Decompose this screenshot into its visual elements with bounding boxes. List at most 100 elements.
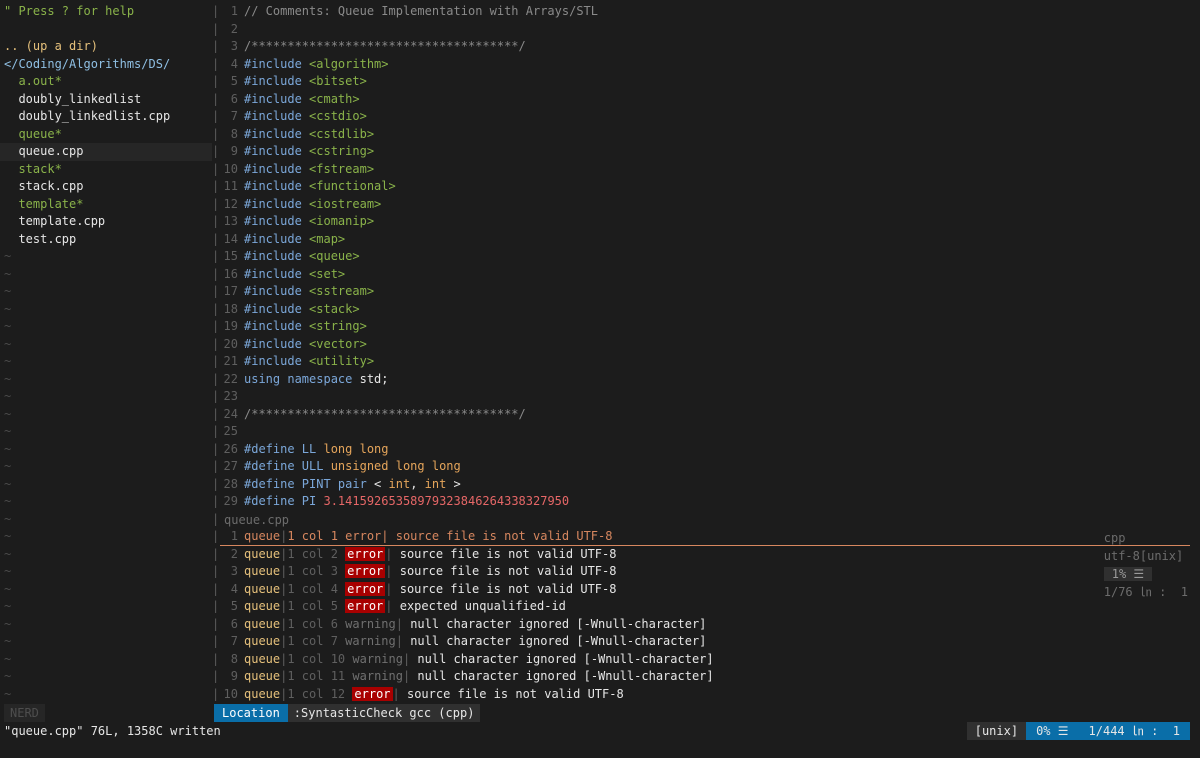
location-message: source file is not valid UTF-8: [399, 581, 617, 596]
location-kind: error: [345, 564, 386, 578]
tree-file-item[interactable]: stack.cpp: [4, 178, 212, 196]
separator-bar: |: [212, 284, 220, 298]
location-file: queue: [244, 669, 281, 683]
tree-empty-line: ~: [4, 354, 12, 368]
tree-up-dir[interactable]: .. (up a dir): [4, 38, 212, 56]
code-line[interactable]: 2: [220, 21, 244, 39]
separator-bar: |: [212, 179, 220, 193]
tree-empty-line: ~: [4, 669, 12, 683]
code-line[interactable]: 27 #define ULL unsigned long long: [220, 458, 461, 476]
location-file: queue: [244, 616, 281, 631]
line-number: 2: [230, 21, 238, 36]
code-line[interactable]: 4 #include <algorithm>: [220, 56, 389, 74]
tree-file-item[interactable]: queue*: [4, 126, 212, 144]
code-line[interactable]: 21 #include <utility>: [220, 353, 375, 371]
command-line[interactable]: "queue.cpp" 76L, 1358C written: [4, 722, 221, 740]
tree-empty-line: ~: [4, 424, 12, 438]
line-number: 9: [230, 144, 238, 158]
code-line[interactable]: 10 #include <fstream>: [220, 161, 375, 179]
code-token: ULL: [301, 459, 331, 473]
code-line[interactable]: 5 #include <bitset>: [220, 73, 367, 91]
code-token: <fstream>: [309, 161, 375, 176]
code-line[interactable]: 25: [220, 423, 244, 441]
code-token: <utility>: [309, 354, 375, 368]
location-list-item[interactable]: 7 queue|1 col 7 warning| null character i…: [220, 633, 1190, 651]
location-list-item[interactable]: 10 queue|1 col 12 error | source file is n…: [220, 686, 1190, 704]
code-token: #define: [244, 476, 302, 491]
location-list-pane[interactable]: 1 queue|1 col 1 error| source file is not…: [220, 528, 1200, 703]
separator-bar: |: [212, 144, 220, 158]
code-token: #define: [244, 441, 302, 456]
code-line[interactable]: 18 #include <stack>: [220, 301, 360, 319]
code-line[interactable]: 23: [220, 388, 244, 406]
tree-file-item[interactable]: a.out*: [4, 73, 212, 91]
location-list-item[interactable]: 6 queue|1 col 6 warning| null character i…: [220, 616, 1190, 634]
code-line[interactable]: 13 #include <iomanip>: [220, 213, 375, 231]
tree-empty-line: ~: [4, 511, 12, 526]
tree-file-item[interactable]: test.cpp: [4, 231, 212, 249]
location-position: 1 col 5: [287, 599, 346, 613]
location-list-item[interactable]: 5 queue|1 col 5 error | expected unqualifi…: [220, 598, 1190, 616]
code-token: using namespace: [244, 371, 360, 386]
code-token: <cmath>: [309, 91, 360, 106]
separator-bar: |: [212, 459, 220, 473]
location-position: 1 col 4: [287, 581, 346, 596]
code-token: <queue>: [309, 249, 360, 263]
separator-bar: |: [212, 599, 220, 613]
nerdtree-pane[interactable]: " Press ? for help .. (up a dir) </Coding/…: [0, 3, 212, 703]
code-line[interactable]: 20 #include <vector>: [220, 336, 367, 354]
tree-file-item[interactable]: template*: [4, 196, 212, 214]
code-line[interactable]: 3 /*************************************/: [220, 38, 526, 56]
tree-file-item[interactable]: stack*: [4, 161, 212, 179]
location-list-item[interactable]: 2 queue|1 col 2 error | source file is not…: [220, 546, 1190, 564]
code-line[interactable]: 16 #include <set>: [220, 266, 346, 284]
location-list-item[interactable]: 3 queue|1 col 3 error | source file is not…: [220, 563, 1190, 581]
line-number: 28: [223, 476, 238, 491]
code-line[interactable]: 7 #include <cstdio>: [220, 108, 367, 126]
location-kind: warning: [345, 616, 396, 631]
line-number: 17: [223, 284, 238, 298]
code-line[interactable]: 29 #define PI 3.1415926535897932384626433…: [220, 493, 570, 510]
code-line[interactable]: 17 #include <sstream>: [220, 283, 375, 301]
location-kind: error: [345, 599, 386, 613]
code-token: #include: [244, 354, 310, 368]
separator-bar: |: [212, 441, 220, 456]
code-line[interactable]: 19 #include <string>: [220, 318, 367, 336]
code-line[interactable]: 9 #include <cstring>: [220, 143, 374, 161]
tree-file-item[interactable]: template.cpp: [4, 213, 212, 231]
pipe: |: [402, 651, 418, 666]
separator-bar: |: [212, 109, 220, 123]
separator-bar: |: [212, 564, 220, 578]
location-list-item[interactable]: 1 queue|1 col 1 error| source file is not…: [220, 528, 1190, 546]
code-token: #include: [244, 336, 310, 351]
line-number: 3: [230, 564, 238, 578]
code-token: <string>: [309, 319, 367, 333]
line-number: 5: [230, 74, 238, 88]
tree-file-item[interactable]: doubly_linkedlist.cpp: [4, 108, 212, 126]
code-line[interactable]: 22 using namespace std;: [220, 371, 389, 389]
code-line[interactable]: 24 /*************************************…: [220, 406, 526, 424]
code-line[interactable]: 12 #include <iostream>: [220, 196, 382, 214]
separator-bar: |: [212, 74, 220, 88]
code-line[interactable]: 11 #include <functional>: [220, 178, 396, 196]
tree-empty-line: ~: [4, 599, 12, 613]
code-token: // Comments: Queue Implementation with A…: [244, 4, 599, 18]
location-list-item[interactable]: 4 queue|1 col 4 error | source file is not…: [220, 581, 1190, 599]
line-number: 9: [230, 669, 238, 683]
code-line[interactable]: 14 #include <map>: [220, 231, 346, 249]
code-line[interactable]: 28 #define PINT pair < int, int >: [220, 476, 461, 494]
location-list-item[interactable]: 9 queue|1 col 11 warning| null character …: [220, 668, 1190, 686]
line-number: 13: [223, 214, 238, 228]
tree-file-item[interactable]: queue.cpp: [0, 143, 212, 161]
code-line[interactable]: 26 #define LL long long: [220, 441, 389, 459]
line-number: 6: [230, 91, 238, 106]
code-line[interactable]: 6 #include <cmath>: [220, 91, 360, 109]
location-file: queue: [244, 686, 281, 701]
location-list-item[interactable]: 8 queue|1 col 10 warning| null character …: [220, 651, 1190, 669]
code-line[interactable]: 8 #include <cstdlib>: [220, 126, 374, 144]
code-token: #include: [244, 231, 310, 246]
code-line[interactable]: 1 // Comments: Queue Implementation with …: [220, 3, 598, 21]
code-line[interactable]: 15 #include <queue>: [220, 248, 360, 266]
editor-pane[interactable]: 1 // Comments: Queue Implementation with …: [220, 3, 1200, 510]
tree-file-item[interactable]: doubly_linkedlist: [4, 91, 212, 109]
